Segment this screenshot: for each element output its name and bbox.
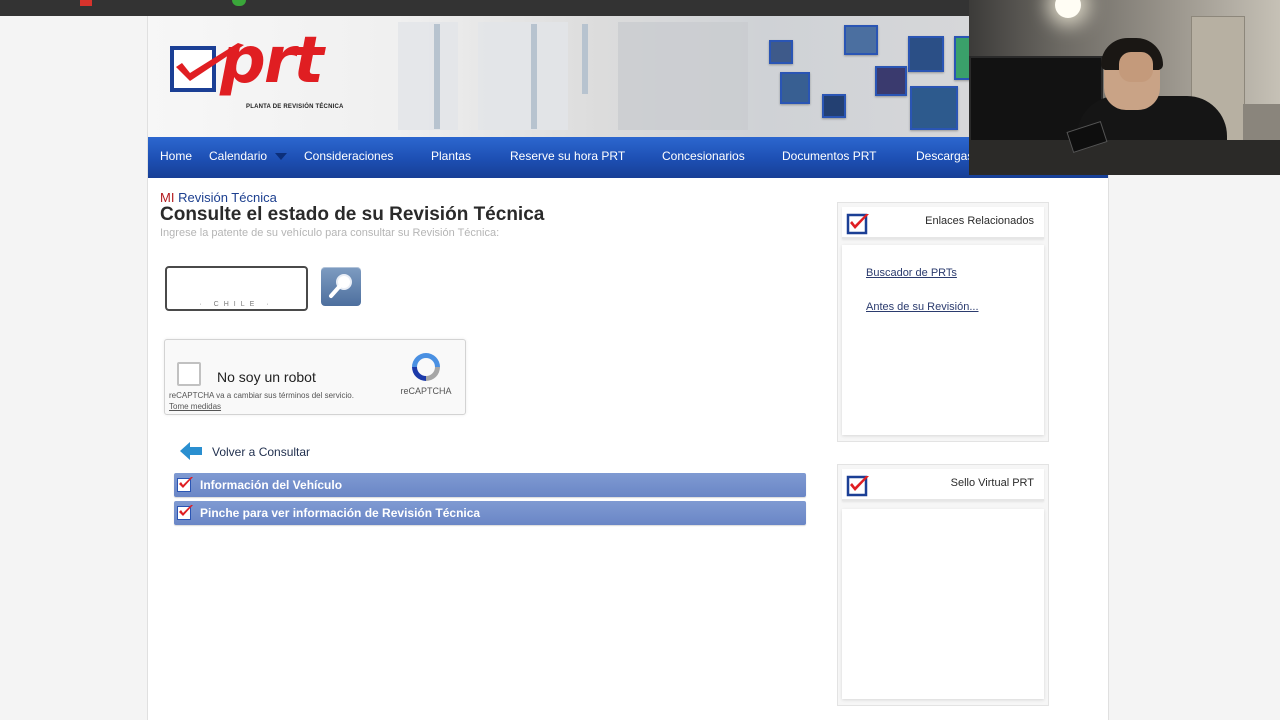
box-body: Buscador de PRTs Antes de su Revisión... xyxy=(842,245,1044,435)
nav-item-documentos[interactable]: Documentos PRT xyxy=(782,137,876,178)
banner-pole xyxy=(434,24,440,129)
banner-photo xyxy=(875,66,907,96)
header-banner: prt PLANTA DE REVISIÓN TÉCNICA xyxy=(148,16,970,137)
webcam-overlay xyxy=(969,0,1280,175)
section-label: Información del Vehículo xyxy=(200,478,343,492)
recaptcha-brand: reCAPTCHA xyxy=(400,386,452,396)
box-header: Enlaces Relacionados xyxy=(842,207,1044,239)
prt-logo[interactable]: prt PLANTA DE REVISIÓN TÉCNICA xyxy=(168,29,388,115)
nav-item-plantas[interactable]: Plantas xyxy=(431,137,471,178)
banner-photo xyxy=(910,86,958,130)
recaptcha-icon xyxy=(412,353,440,381)
section-vehicle-info[interactable]: Información del Vehículo xyxy=(174,473,806,497)
webcam-desk xyxy=(969,140,1280,175)
link-antes-revision[interactable]: Antes de su Revisión... xyxy=(866,301,979,313)
box-title: Sello Virtual PRT xyxy=(950,477,1034,489)
recaptcha-terms: reCAPTCHA va a cambiar sus términos del … xyxy=(169,390,369,412)
recaptcha-widget: No soy un robot reCAPTCHA reCAPTCHA va a… xyxy=(164,339,466,415)
page-hint: Ingrese la patente de su vehículo para c… xyxy=(160,227,500,239)
banner-building xyxy=(478,22,568,130)
section-inspection-info[interactable]: Pinche para ver información de Revisión … xyxy=(174,501,806,525)
banner-photo xyxy=(908,36,944,72)
nav-item-home[interactable]: Home xyxy=(160,137,192,178)
banner-photo xyxy=(780,72,810,104)
banner-photo xyxy=(769,40,793,64)
check-box-icon xyxy=(846,213,869,235)
box-title: Enlaces Relacionados xyxy=(925,215,1034,227)
recaptcha-terms-link[interactable]: Tome medidas xyxy=(169,402,221,411)
webcam-person-hand xyxy=(1119,52,1153,82)
banner-pole xyxy=(582,24,588,94)
recaptcha-checkbox[interactable] xyxy=(177,362,201,386)
nav-item-label: Calendario xyxy=(209,149,268,163)
related-links-box: Enlaces Relacionados Buscador de PRTs An… xyxy=(837,202,1049,442)
main-nav: Home Calendario Consideraciones Plantas … xyxy=(148,137,1108,178)
plate-input[interactable] xyxy=(173,273,303,299)
banner-building xyxy=(398,22,458,130)
recaptcha-label: No soy un robot xyxy=(217,369,316,385)
banner-photo xyxy=(822,94,846,118)
section-label: Pinche para ver información de Revisión … xyxy=(200,506,481,520)
banner-photo xyxy=(954,36,970,80)
chevron-down-icon xyxy=(275,153,288,161)
nav-item-consideraciones[interactable]: Consideraciones xyxy=(304,137,393,178)
license-plate-field[interactable]: · CHILE · xyxy=(165,266,308,311)
banner-pole xyxy=(531,24,537,129)
magnifier-icon xyxy=(329,274,352,298)
nav-item-descargas[interactable]: Descargas xyxy=(916,137,973,178)
check-icon xyxy=(177,477,193,492)
sello-virtual-box: Sello Virtual PRT xyxy=(837,464,1049,706)
search-button[interactable] xyxy=(321,267,361,306)
nav-item-calendario[interactable]: Calendario xyxy=(209,137,288,178)
red-tab-icon xyxy=(80,0,92,6)
arrow-left-icon xyxy=(180,442,202,460)
nav-item-concesionarios[interactable]: Concesionarios xyxy=(662,137,745,178)
page-container: prt PLANTA DE REVISIÓN TÉCNICA Home Cale… xyxy=(147,16,1109,720)
breadcrumb: MI Revisión Técnica xyxy=(160,190,277,205)
box-header: Sello Virtual PRT xyxy=(842,469,1044,501)
banner-building xyxy=(618,22,748,130)
breadcrumb-prefix: MI xyxy=(160,190,175,205)
check-box-icon xyxy=(846,475,869,497)
nav-item-reserve[interactable]: Reserve su hora PRT xyxy=(510,137,625,178)
recaptcha-terms-text: reCAPTCHA va a cambiar sus términos del … xyxy=(169,391,354,400)
back-link-label: Volver a Consultar xyxy=(212,445,311,459)
breadcrumb-text: Revisión Técnica xyxy=(178,190,277,205)
box-body xyxy=(842,509,1044,699)
logo-subtitle: PLANTA DE REVISIÓN TÉCNICA xyxy=(246,104,344,110)
whatsapp-icon xyxy=(232,0,246,6)
page-title: Consulte el estado de su Revisión Técnic… xyxy=(160,204,545,225)
check-icon xyxy=(177,505,193,520)
plate-country-label: · CHILE · xyxy=(199,301,274,308)
banner-photo xyxy=(844,25,878,55)
link-buscador-prts[interactable]: Buscador de PRTs xyxy=(866,267,957,279)
logo-word: prt xyxy=(220,24,324,98)
